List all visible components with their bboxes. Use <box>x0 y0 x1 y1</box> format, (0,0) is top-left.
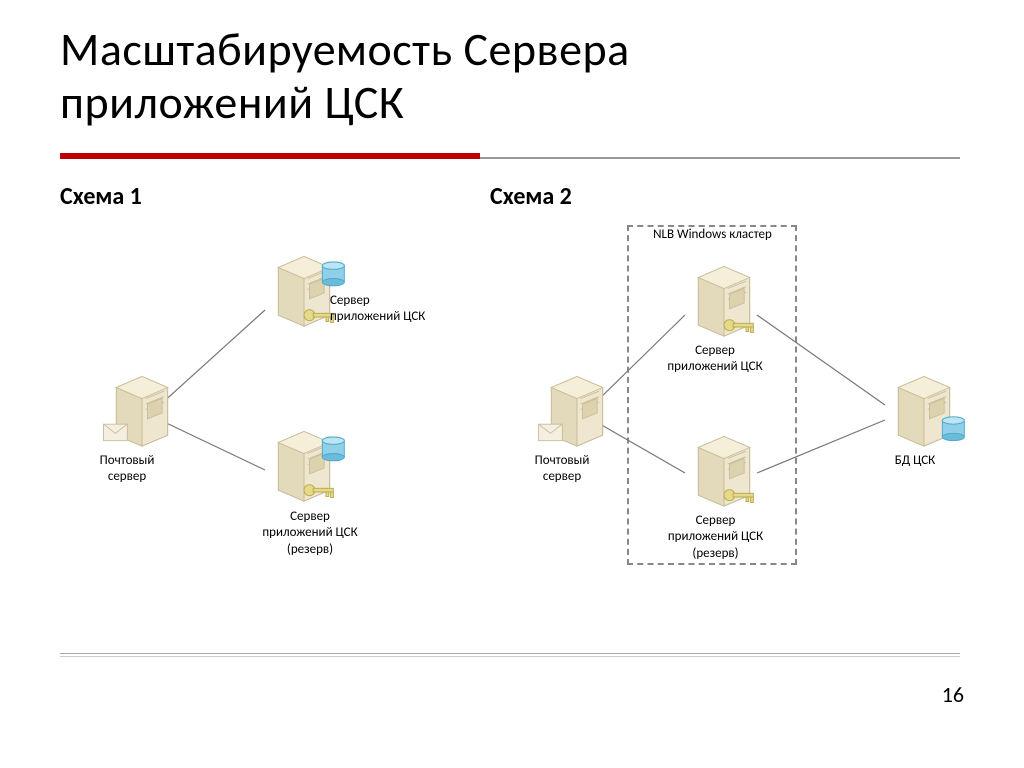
app-server-1-label-2: Серверприложений ЦСК <box>655 343 775 376</box>
scheme1-diagram: Почтовыйсервер С <box>50 215 470 565</box>
mail-server-label: Почтовыйсервер <box>62 453 192 486</box>
mail-server-icon <box>98 365 168 443</box>
app-server-2-label: Серверприложений ЦСК(резерв) <box>235 509 385 558</box>
scheme2-diagram: NLB Windows кластер Почтовый <box>485 215 1005 575</box>
mail-server-label-2: Почтовыйсервер <box>497 453 627 486</box>
page-number: 16 <box>942 681 964 708</box>
app-server-1-label: Серверприложений ЦСК <box>330 293 470 326</box>
db-server-icon <box>880 365 950 443</box>
title-line-2: приложений ЦСК <box>60 75 404 131</box>
title-line-1: Масштабируемость Сервера <box>60 22 630 78</box>
mail-server-icon-2 <box>533 365 603 443</box>
app-server-2-label-2: Серверприложений ЦСК(резерв) <box>653 513 778 562</box>
scheme1-heading: Схема 1 <box>60 182 142 211</box>
app-server-2-icon-2 <box>680 425 750 503</box>
app-server-2-icon <box>260 420 330 498</box>
title-divider <box>60 152 960 160</box>
slide-title: Масштабируемость Сервера приложений ЦСК <box>60 24 630 130</box>
db-server-label: БД ЦСК <box>850 453 980 469</box>
footer-divider <box>60 653 960 658</box>
app-server-1-icon <box>260 245 330 323</box>
app-server-1-icon-2 <box>680 255 750 333</box>
scheme2-heading: Схема 2 <box>490 182 572 211</box>
